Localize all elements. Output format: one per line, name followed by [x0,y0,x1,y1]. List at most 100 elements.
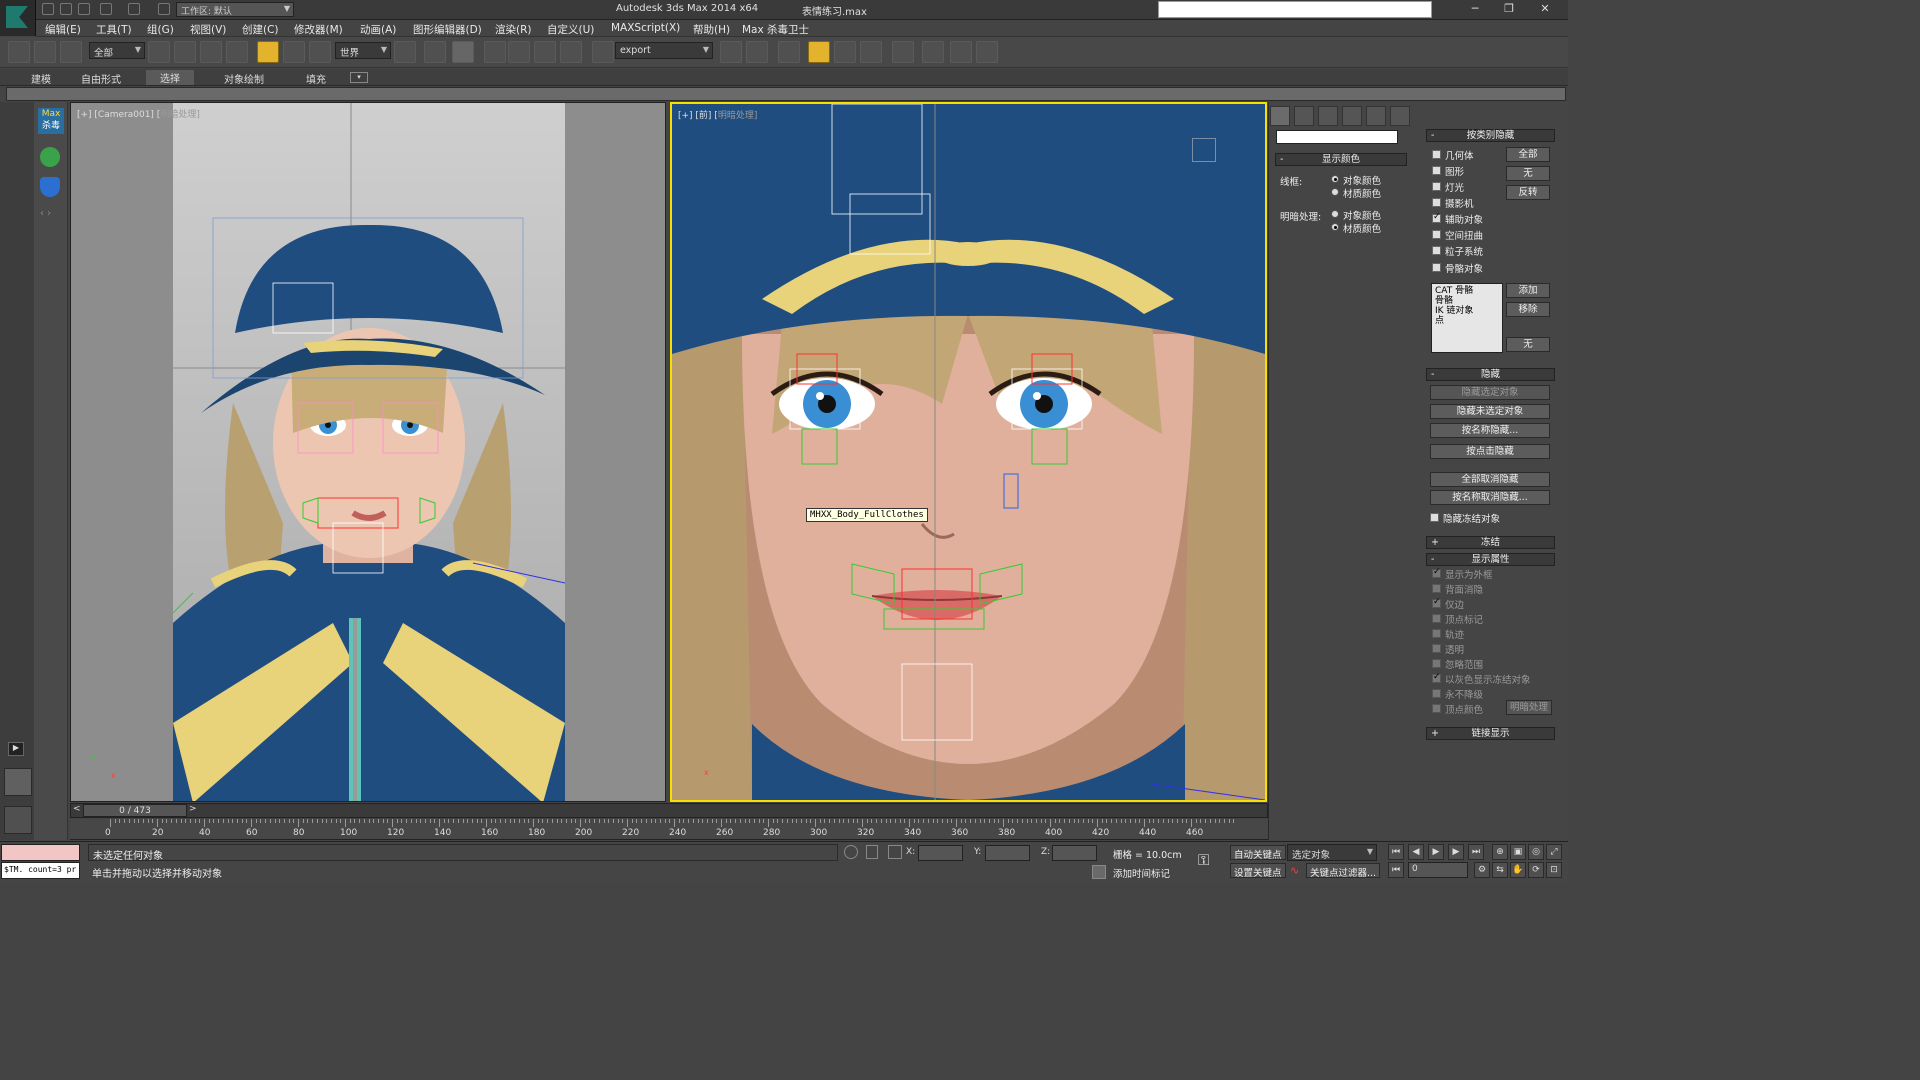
viewport-layout-icon[interactable] [4,768,32,796]
hide-rollout[interactable]: - 隐藏 [1426,368,1555,381]
hide-unselected-button[interactable]: 隐藏未选定对象 [1430,404,1550,419]
menu-graph-editors[interactable]: 图形编辑器(D) [413,22,482,37]
wire-material-color-radio[interactable] [1331,188,1339,196]
modify-tab-icon[interactable] [1294,106,1314,126]
shaded-object-color-radio[interactable] [1331,210,1339,218]
create-tab-icon[interactable] [1270,106,1290,126]
list-item[interactable]: 点 [1435,316,1499,326]
add-category-button[interactable]: 添加 [1506,283,1550,298]
min-max-toggle-icon[interactable]: ⊡ [1546,862,1562,878]
display-property-checkbox[interactable] [1432,672,1441,683]
open-file-icon[interactable] [60,3,72,15]
redo-icon[interactable] [128,3,140,15]
go-to-end-icon[interactable]: ⏭ [1468,844,1484,860]
viewport-layout-grid-icon[interactable] [4,806,32,834]
hierarchy-tab-icon[interactable] [1318,106,1338,126]
manipulate-icon[interactable] [424,41,446,63]
layer-manager-icon[interactable] [808,41,830,63]
maxscript-listener-input[interactable] [1,844,80,861]
hide-category-checkbox[interactable] [1432,230,1441,239]
auto-key-button[interactable]: 自动关键点 [1230,845,1286,861]
max-antivirus-logo[interactable]: Max 杀毒 [38,108,64,134]
ribbon-tab-object-paint[interactable]: 对象绘制 [224,71,264,86]
display-property-checkbox[interactable] [1432,629,1441,638]
antivirus-scan-icon[interactable] [40,147,60,167]
hide-category-checkbox[interactable] [1432,263,1441,272]
time-configuration-icon[interactable]: ⚙ [1474,862,1490,878]
hide-category-checkbox[interactable] [1432,212,1441,223]
set-key-button[interactable]: 设置关键点 [1230,863,1286,879]
slider-next-icon[interactable]: > [189,804,197,814]
select-by-name-icon[interactable] [174,41,196,63]
key-icon[interactable]: ⚿ [1198,851,1222,873]
viewport-camera[interactable]: [+] [Camera001] [明暗处理] z x [70,102,666,802]
time-tag-icon[interactable] [1092,865,1106,879]
time-slider[interactable]: < 0 / 473 > [70,803,1268,818]
hide-by-category-rollout[interactable]: - 按类别隐藏 [1426,129,1555,142]
maximize-viewport-icon[interactable]: ⤢ [1546,844,1562,860]
menu-max-antivirus[interactable]: Max 杀毒卫士 [742,22,809,37]
hide-selected-button[interactable]: 隐藏选定对象 [1430,385,1550,400]
angle-snap-icon[interactable] [508,41,530,63]
pivot-center-icon[interactable] [394,41,416,63]
category-none-button[interactable]: 无 [1506,337,1550,352]
curve-editor-icon[interactable] [860,41,882,63]
graphite-ribbon-icon[interactable] [834,41,856,63]
project-folder-icon[interactable] [158,3,170,15]
render-frame-icon[interactable] [976,41,998,63]
select-object-icon[interactable] [148,41,170,63]
reference-coord-dropdown[interactable]: 世界 ▼ [335,42,391,59]
time-slider-thumb[interactable]: 0 / 473 [83,804,187,817]
select-and-move-icon[interactable] [257,41,279,63]
edit-named-selection-icon[interactable] [592,41,614,63]
align-icon[interactable] [746,41,768,63]
spinner-snap-icon[interactable] [560,41,582,63]
display-color-rollout[interactable]: - 显示颜色 [1275,153,1407,166]
play-icon[interactable]: ▶ [1428,844,1444,860]
list-item[interactable]: IK 链对象 [1435,306,1499,316]
pan-icon[interactable]: ✋ [1510,862,1526,878]
schematic-view-icon[interactable] [892,41,914,63]
ribbon-tab-selection[interactable]: 选择 [146,70,194,85]
ribbon-tab-freeform[interactable]: 自由形式 [81,71,121,86]
menu-animation[interactable]: 动画(A) [360,22,396,37]
application-button[interactable] [0,0,36,36]
dolly-icon[interactable]: ⇆ [1492,862,1508,878]
absolute-mode-icon[interactable] [888,845,902,859]
list-item[interactable]: CAT 骨骼 [1435,286,1499,296]
isolate-selection-icon[interactable] [844,845,858,859]
bind-space-warp-icon[interactable] [60,41,82,63]
maximize-icon[interactable]: ❐ [1494,2,1524,18]
key-mode-toggle-icon[interactable]: ⏮ [1388,862,1404,878]
display-property-checkbox[interactable] [1432,614,1441,623]
menu-rendering[interactable]: 渲染(R) [495,22,532,37]
hide-category-checkbox[interactable] [1432,166,1441,175]
utilities-tab-icon[interactable] [1390,106,1410,126]
zoom-icon[interactable]: ⊕ [1492,844,1508,860]
track-bar[interactable]: 0 20 40 60 80 100 120 140 160 180 200 220 240 260 280 3… [70,819,1268,840]
mirror-icon[interactable] [720,41,742,63]
material-editor-icon[interactable] [922,41,944,63]
menu-group[interactable]: 组(G) [147,22,174,37]
scene-explorer-icon[interactable] [778,41,800,63]
panel-object-name-field[interactable] [1276,130,1398,144]
render-setup-icon[interactable] [950,41,972,63]
snap-toggle-icon[interactable] [484,41,506,63]
rectangular-selection-icon[interactable] [200,41,222,63]
previous-frame-icon[interactable]: ◀ [1408,844,1424,860]
hide-category-checkbox[interactable] [1432,150,1441,159]
display-property-checkbox[interactable] [1432,659,1441,668]
unhide-by-name-button[interactable]: 按名称取消隐藏... [1430,490,1550,505]
orbit-icon[interactable]: ⟳ [1528,862,1544,878]
display-property-checkbox[interactable] [1432,597,1441,608]
display-property-checkbox[interactable] [1432,689,1441,698]
hide-frozen-checkbox[interactable] [1430,513,1439,522]
new-file-icon[interactable] [42,3,54,15]
field-of-view-icon[interactable]: ◎ [1528,844,1544,860]
display-tab-icon[interactable] [1366,106,1386,126]
hide-by-hit-button[interactable]: 按点击隐藏 [1430,444,1550,459]
viewport-label[interactable]: [+] [Camera001] [明暗处理] [77,107,200,120]
menu-create[interactable]: 创建(C) [242,22,279,37]
selection-lock-icon[interactable] [866,845,878,859]
minimize-icon[interactable]: ─ [1460,2,1490,18]
